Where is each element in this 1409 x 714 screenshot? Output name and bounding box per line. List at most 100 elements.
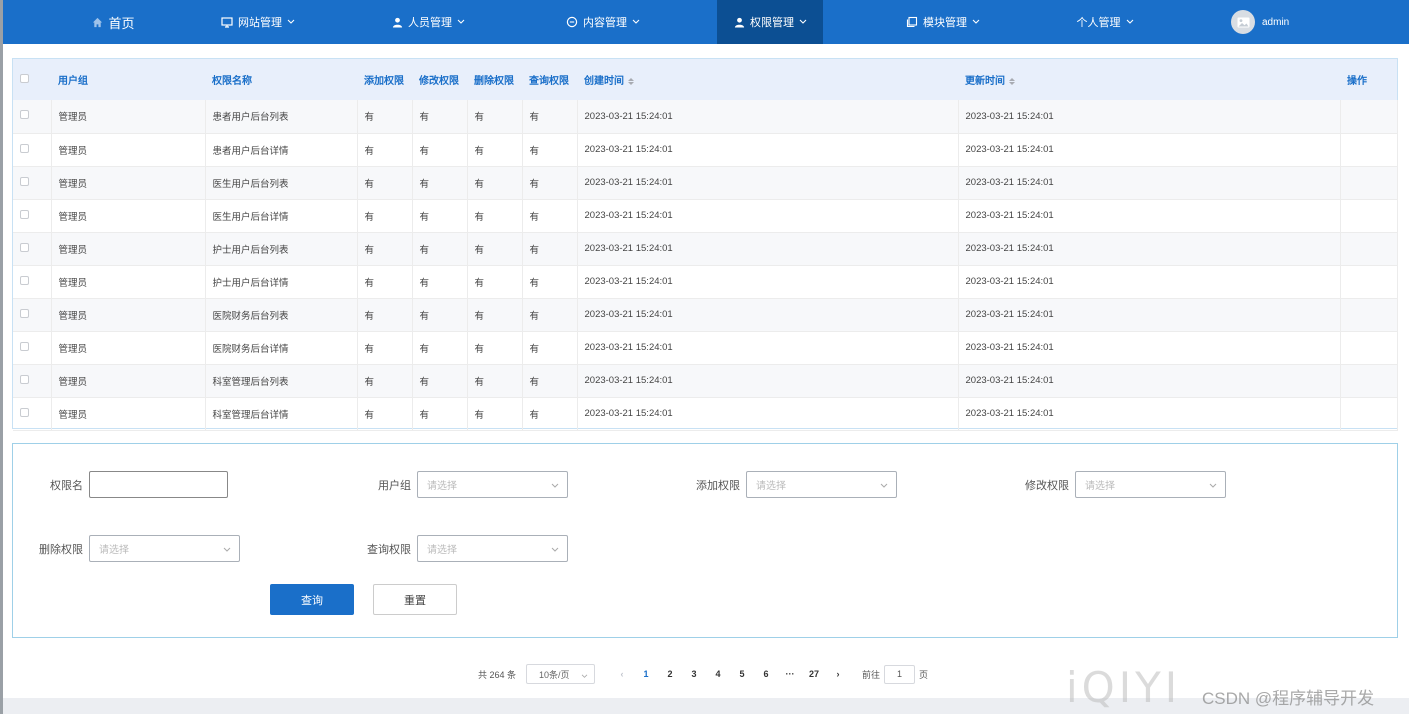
row-checkbox-cell[interactable] (13, 265, 52, 299)
table-row[interactable]: 管理员 科室管理后台列表有有有有 2023-03-21 15:24:01 2023-0… (13, 364, 1398, 398)
row-checkbox[interactable] (20, 374, 29, 384)
nav-content-management[interactable]: 内容管理 (548, 0, 658, 44)
table-row[interactable]: 管理员 患者用户后台详情有有有有 2023-03-21 15:24:01 2023-0… (13, 133, 1398, 167)
table-row[interactable]: 管理员 医院财务后台列表有有有有 2023-03-21 15:24:01 2023-0… (13, 298, 1398, 332)
row-checkbox[interactable] (20, 176, 29, 186)
nav-module-management[interactable]: 模块管理 (888, 0, 998, 44)
edit-perm-field: 修改权限 请选择 (1009, 471, 1226, 498)
nav-staff-management[interactable]: 人员管理 (373, 0, 483, 44)
table-row[interactable]: 管理员 患者用户后台列表有有有有 2023-03-21 15:24:01 2023-0… (13, 100, 1398, 134)
page-6[interactable]: 6 (760, 669, 772, 679)
sort-icon[interactable] (1009, 77, 1015, 85)
page-2[interactable]: 2 (664, 669, 676, 679)
row-checkbox-cell[interactable] (13, 397, 52, 431)
table-row[interactable]: 管理员 医院财务后台详情有有有有 2023-03-21 15:24:01 2023-0… (13, 331, 1398, 365)
query-permission-cell: 有 (522, 298, 578, 332)
create-time-cell: 2023-03-21 15:24:01 (577, 100, 959, 134)
col-update-time[interactable]: 更新时间 (958, 59, 1340, 100)
select-placeholder: 请选择 (99, 545, 129, 556)
nav-content-label: 内容管理 (583, 17, 627, 29)
page-5[interactable]: 5 (736, 669, 748, 679)
query-perm-select[interactable]: 请选择 (417, 535, 568, 562)
user-group-select[interactable]: 请选择 (417, 471, 568, 498)
sort-icon[interactable] (628, 77, 634, 85)
row-checkbox-cell[interactable] (13, 364, 52, 398)
add-permission-cell: 有 (357, 331, 413, 365)
table-row[interactable]: 管理员 护士用户后台详情有有有有 2023-03-21 15:24:01 2023-0… (13, 265, 1398, 299)
query-button[interactable]: 查询 (270, 584, 354, 615)
page-size-value: 10条/页 (539, 669, 570, 680)
col-create-time-label: 创建时间 (584, 76, 624, 87)
pagination: 共 264 条 10条/页 ‹ 1 2 3 4 5 6 ··· 27 › 前往 … (478, 664, 928, 684)
row-checkbox-cell[interactable] (13, 232, 52, 266)
goto-page-input[interactable]: 1 (884, 664, 916, 684)
delete-permission-cell: 有 (467, 199, 523, 233)
table-row[interactable]: 管理员 科室管理后台详情有有有有 2023-03-21 15:24:01 2023-0… (13, 397, 1398, 431)
edit-permission-cell: 有 (412, 265, 468, 299)
update-time-cell: 2023-03-21 15:24:01 (958, 265, 1341, 299)
delete-perm-field: 删除权限 请选择 (27, 535, 240, 562)
select-placeholder: 请选择 (756, 481, 786, 492)
row-checkbox[interactable] (20, 341, 29, 351)
edit-permission-cell: 有 (412, 232, 468, 266)
row-checkbox[interactable] (20, 143, 29, 153)
page-3[interactable]: 3 (688, 669, 700, 679)
col-create-time[interactable]: 创建时间 (577, 59, 958, 100)
username: admin (1262, 16, 1290, 28)
chevron-down-icon (632, 19, 640, 25)
nav-site-management[interactable]: 网站管理 (203, 0, 313, 44)
query-permission-cell: 有 (522, 133, 578, 167)
select-all-checkbox[interactable] (20, 73, 29, 83)
page-1[interactable]: 1 (640, 669, 652, 679)
row-checkbox-cell[interactable] (13, 298, 52, 332)
perm-name-input[interactable] (89, 471, 228, 498)
row-checkbox-cell[interactable] (13, 100, 52, 134)
query-permission-cell: 有 (522, 232, 578, 266)
more-pages-icon[interactable]: ··· (784, 669, 796, 679)
col-update-time-label: 更新时间 (965, 76, 1005, 87)
page-4[interactable]: 4 (712, 669, 724, 679)
row-checkbox-cell[interactable] (13, 331, 52, 365)
edit-permission-cell: 有 (412, 100, 468, 134)
delete-perm-select[interactable]: 请选择 (89, 535, 240, 562)
edit-perm-select[interactable]: 请选择 (1075, 471, 1226, 498)
permission-name-cell: 科室管理后台详情 (205, 397, 358, 431)
table-row[interactable]: 管理员 护士用户后台列表有有有有 2023-03-21 15:24:01 2023-0… (13, 232, 1398, 266)
reset-button[interactable]: 重置 (373, 584, 457, 615)
update-time-cell: 2023-03-21 15:24:01 (958, 397, 1341, 431)
next-page-icon[interactable]: › (832, 669, 844, 679)
row-checkbox-cell[interactable] (13, 133, 52, 167)
nav-personal-management[interactable]: 个人管理 (1055, 0, 1155, 44)
user-menu[interactable]: admin (1231, 0, 1321, 44)
col-query-permission: 查询权限 (529, 76, 569, 87)
create-time-cell: 2023-03-21 15:24:01 (577, 397, 959, 431)
update-time-cell: 2023-03-21 15:24:01 (958, 232, 1341, 266)
row-checkbox[interactable] (20, 275, 29, 285)
page-size-select[interactable]: 10条/页 (526, 664, 596, 684)
select-all-checkbox-cell[interactable] (13, 59, 51, 100)
add-perm-label: 添加权限 (696, 479, 740, 492)
row-checkbox-cell[interactable] (13, 166, 52, 200)
goto-label: 前往 (862, 669, 881, 680)
row-checkbox[interactable] (20, 242, 29, 252)
table-row[interactable]: 管理员 医生用户后台详情有有有有 2023-03-21 15:24:01 2023-0… (13, 199, 1398, 233)
delete-permission-cell: 有 (467, 298, 523, 332)
nav-home[interactable]: 首页 (63, 0, 163, 44)
chevron-down-icon (1126, 19, 1134, 25)
prev-page-icon[interactable]: ‹ (616, 669, 628, 679)
edit-permission-cell: 有 (412, 397, 468, 431)
nav-permission-label: 权限管理 (750, 17, 794, 29)
row-checkbox[interactable] (20, 407, 29, 417)
row-checkbox[interactable] (20, 110, 29, 120)
delete-permission-cell: 有 (467, 100, 523, 134)
user-group-cell: 管理员 (51, 166, 206, 200)
create-time-cell: 2023-03-21 15:24:01 (577, 199, 959, 233)
nav-permission-management[interactable]: 权限管理 (717, 0, 823, 44)
row-checkbox[interactable] (20, 209, 29, 219)
add-perm-select[interactable]: 请选择 (746, 471, 897, 498)
table-row[interactable]: 管理员 医生用户后台列表有有有有 2023-03-21 15:24:01 2023-0… (13, 166, 1398, 200)
row-checkbox-cell[interactable] (13, 199, 52, 233)
user-group-label: 用户组 (378, 479, 411, 492)
page-last[interactable]: 27 (808, 669, 820, 679)
row-checkbox[interactable] (20, 308, 29, 318)
